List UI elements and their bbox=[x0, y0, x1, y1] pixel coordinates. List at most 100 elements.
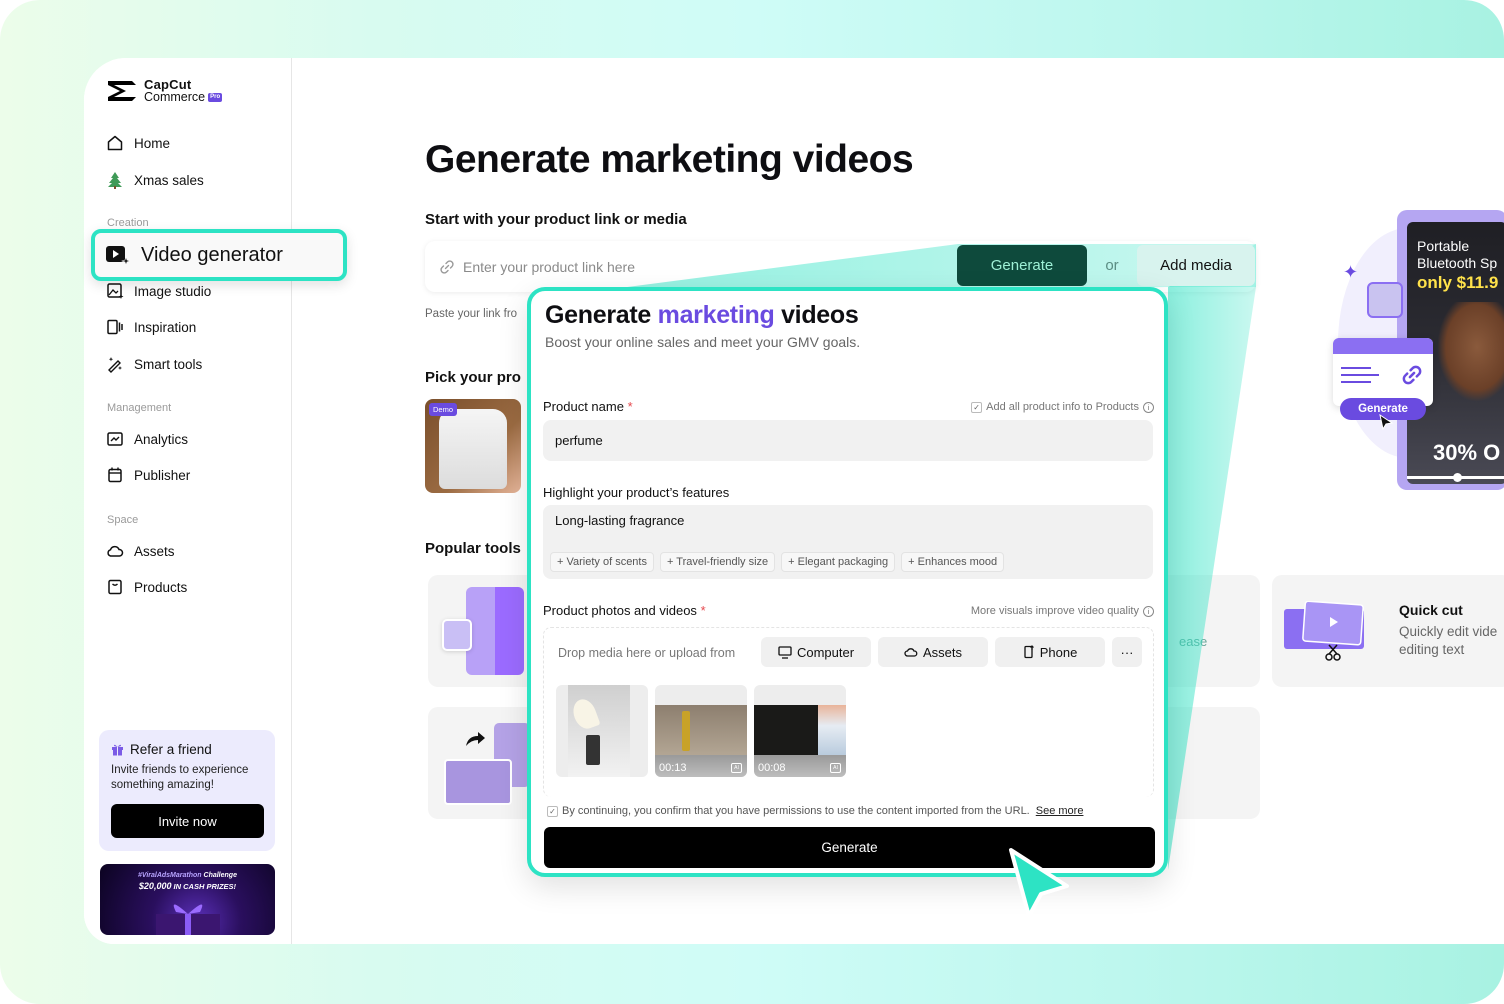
checkbox-checked-icon[interactable]: ✓ bbox=[971, 401, 983, 413]
sidebar-item-label: Products bbox=[134, 579, 188, 595]
image-studio-icon bbox=[107, 283, 124, 299]
section-label-space: Space bbox=[107, 514, 139, 526]
gift-icon bbox=[112, 744, 123, 756]
add-product-info-option[interactable]: ✓ Add all product info to Products i bbox=[971, 401, 1154, 413]
modal-title: Generate marketing videos bbox=[545, 301, 859, 329]
section-label-management: Management bbox=[107, 402, 172, 414]
promo-amount: $20,000 bbox=[138, 881, 172, 891]
demo-product-card[interactable]: Demo bbox=[425, 399, 521, 493]
video-duration: 00:13 bbox=[659, 762, 687, 774]
tool-preview-image bbox=[466, 587, 524, 675]
tool-preview-thumb bbox=[442, 619, 472, 651]
tool-card-partial-2[interactable] bbox=[1156, 707, 1260, 819]
bottle-object bbox=[682, 711, 690, 751]
sidebar: CapCut Commerce Pro Home Xmas sales Creat… bbox=[84, 58, 292, 944]
tree-icon bbox=[108, 172, 122, 189]
ai-edit-icon[interactable]: AI bbox=[731, 763, 742, 773]
sidebar-item-label: Assets bbox=[134, 543, 175, 559]
sidebar-item-analytics[interactable]: Analytics bbox=[106, 428, 188, 450]
feature-chip[interactable]: + Enhances mood bbox=[901, 552, 1005, 572]
feature-chip[interactable]: + Travel-friendly size bbox=[659, 552, 776, 572]
section-label-creation: Creation bbox=[107, 217, 149, 229]
preview-text-product: Portable Bluetooth Sp bbox=[1417, 238, 1498, 271]
gift-box-icon bbox=[156, 904, 220, 935]
capcut-commerce-logo[interactable]: CapCut Commerce Pro bbox=[106, 78, 223, 104]
media-thumbnail[interactable]: 00:08 AI bbox=[754, 685, 846, 777]
tool-card-partial[interactable] bbox=[1156, 575, 1260, 687]
paste-hint: Paste your link fro bbox=[425, 308, 518, 320]
sidebar-item-inspiration[interactable]: Inspiration bbox=[106, 316, 196, 338]
page-title: Generate marketing videos bbox=[425, 138, 914, 181]
sidebar-item-products[interactable]: Products bbox=[106, 576, 187, 598]
capcut-logo-icon bbox=[108, 81, 136, 101]
video-frame bbox=[655, 705, 747, 757]
add-media-button[interactable]: Add media bbox=[1137, 245, 1255, 286]
info-icon[interactable]: i bbox=[1143, 401, 1154, 413]
start-label: Start with your product link or media bbox=[425, 211, 687, 228]
sidebar-item-xmas-sales[interactable]: Xmas sales bbox=[106, 169, 204, 191]
inspiration-icon bbox=[107, 319, 123, 335]
features-label: Highlight your product’s features bbox=[543, 485, 730, 500]
link-icon bbox=[1402, 365, 1422, 385]
media-thumbnail[interactable]: 00:13 AI bbox=[655, 685, 747, 777]
arrow-icon bbox=[466, 732, 485, 746]
pick-product-title: Pick your pro bbox=[425, 369, 521, 386]
magic-wand-icon bbox=[108, 357, 122, 373]
promo-hashtag: #ViralAdsMarathon bbox=[138, 872, 202, 879]
quick-cut-title: Quick cut bbox=[1399, 602, 1463, 618]
sidebar-item-assets[interactable]: Assets bbox=[106, 540, 175, 562]
computer-icon bbox=[778, 645, 792, 659]
product-name-input[interactable]: perfume bbox=[543, 420, 1153, 461]
sidebar-item-label: Home bbox=[134, 135, 171, 151]
upload-phone-button[interactable]: Phone bbox=[995, 637, 1105, 667]
features-value: Long-lasting fragrance bbox=[555, 513, 685, 528]
promo-line2: IN CASH PRIZES! bbox=[171, 882, 237, 891]
generate-link-button[interactable]: Generate bbox=[957, 245, 1087, 286]
text-lines-icon bbox=[1341, 367, 1379, 383]
feature-chip[interactable]: + Variety of scents bbox=[550, 552, 654, 572]
consent-checkbox[interactable]: ✓ bbox=[547, 805, 558, 817]
person-image bbox=[1437, 302, 1504, 402]
sidebar-item-image-studio[interactable]: Image studio bbox=[106, 280, 211, 302]
sidebar-item-smart-tools[interactable]: Smart tools bbox=[106, 353, 202, 375]
drop-text: Drop media here or upload from bbox=[558, 646, 736, 660]
media-drop-zone[interactable]: Drop media here or upload from Computer … bbox=[543, 627, 1154, 797]
progress-handle bbox=[1453, 473, 1462, 482]
media-thumbnail[interactable] bbox=[556, 685, 648, 777]
sidebar-item-label: Smart tools bbox=[134, 356, 203, 372]
modal-subtitle: Boost your online sales and meet your GM… bbox=[545, 334, 861, 350]
link-icon bbox=[440, 259, 454, 274]
challenge-promo-banner[interactable]: #ViralAdsMarathon Challenge $20,000 IN C… bbox=[100, 864, 275, 935]
promo-illustration: ✦ Portable Bluetooth Sp only $11.9 30% O … bbox=[1330, 210, 1504, 495]
sidebar-item-label: Publisher bbox=[134, 467, 191, 483]
product-name-label: Product name * bbox=[543, 399, 633, 414]
home-icon bbox=[107, 135, 123, 151]
sidebar-item-publisher[interactable]: Publisher bbox=[106, 464, 190, 486]
more-options-button[interactable]: ··· bbox=[1112, 637, 1142, 667]
preview-text-discount: 30% O bbox=[1433, 440, 1501, 465]
link-placeholder: Enter your product link here bbox=[463, 258, 635, 275]
sidebar-item-label: Video generator bbox=[141, 243, 283, 266]
sidebar-item-label: Analytics bbox=[134, 431, 189, 447]
refer-title: Refer a friend bbox=[130, 742, 212, 757]
features-textarea[interactable]: Long-lasting fragrance + Variety of scen… bbox=[543, 505, 1153, 579]
video-duration: 00:08 bbox=[758, 762, 786, 774]
popular-tools-title: Popular tools bbox=[425, 540, 521, 557]
info-icon[interactable]: i bbox=[1143, 605, 1154, 617]
sidebar-item-label: Image studio bbox=[134, 283, 212, 299]
upload-assets-button[interactable]: Assets bbox=[878, 637, 988, 667]
upload-computer-button[interactable]: Computer bbox=[761, 637, 871, 667]
feature-chip[interactable]: + Elegant packaging bbox=[781, 552, 896, 572]
sidebar-item-label: Xmas sales bbox=[134, 172, 204, 188]
cloud-icon bbox=[107, 545, 124, 557]
perfume-bottle bbox=[586, 735, 600, 765]
see-more-link[interactable]: See more bbox=[1036, 805, 1084, 817]
ai-edit-icon[interactable]: AI bbox=[830, 763, 841, 773]
shirt-image bbox=[439, 409, 507, 489]
calendar-icon bbox=[108, 467, 122, 483]
invite-now-button[interactable]: Invite now bbox=[111, 804, 264, 838]
sidebar-item-home[interactable]: Home bbox=[106, 132, 170, 154]
tool-description-fragment: ease bbox=[1179, 634, 1208, 649]
sidebar-item-video-generator[interactable]: Video generator bbox=[91, 229, 347, 281]
phone-upload-icon bbox=[1024, 645, 1034, 659]
